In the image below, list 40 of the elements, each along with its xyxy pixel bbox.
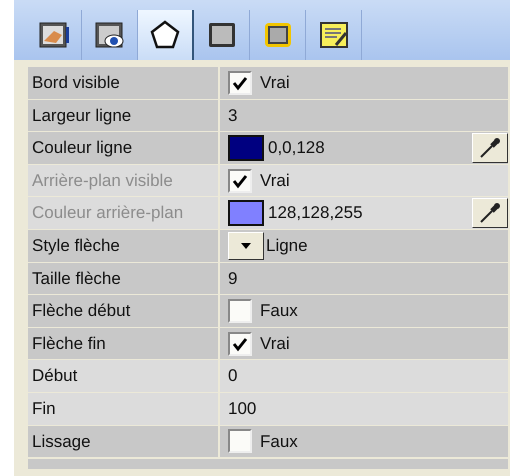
tab[interactable] [138,10,194,60]
value-text: Ligne [266,235,308,258]
eyedropper-button[interactable] [472,198,508,228]
property-label: Couleur arrière-plan [28,197,218,229]
property-label: Bord visible [28,67,218,99]
value-text: Faux [260,430,298,453]
property-label: Couleur ligne [28,132,218,164]
value-text: 9 [228,268,238,290]
value-text: Vrai [260,72,290,94]
check-icon [232,74,248,91]
value-text: 100 [228,398,256,420]
eyedropper-button[interactable] [472,132,508,163]
caret-icon [241,242,251,249]
value-text: Vrai [260,170,290,192]
pentagon-icon [149,19,181,51]
value-text: 0,0,128 [268,137,325,160]
property-label: Flèche fin [28,328,218,360]
eyedropper-icon [478,201,502,226]
property-label: Taille flèche [28,262,218,294]
eyedropper-icon [478,136,502,160]
value-text: Faux [260,300,298,322]
check-icon [232,336,248,352]
checkbox[interactable] [228,298,252,323]
value-text: 0 [228,365,238,388]
check-icon [232,172,248,189]
property-label: Début [28,360,218,392]
note-icon [318,19,350,51]
property-label: Lissage [28,426,218,458]
value-text: 128,128,255 [268,202,363,224]
property-label: Arrière-plan visible [28,164,218,196]
value-text: Vrai [260,332,290,355]
dropdown-button[interactable] [228,232,264,260]
property-label: Largeur ligne [28,100,218,132]
value-text: 3 [228,104,238,127]
property-label: Style flèche [28,230,218,262]
checkbox[interactable] [228,70,252,95]
checkbox[interactable] [228,332,252,356]
property-label: Fin [28,392,218,425]
checkbox[interactable] [228,429,252,454]
property-label: Flèche début [28,295,218,327]
